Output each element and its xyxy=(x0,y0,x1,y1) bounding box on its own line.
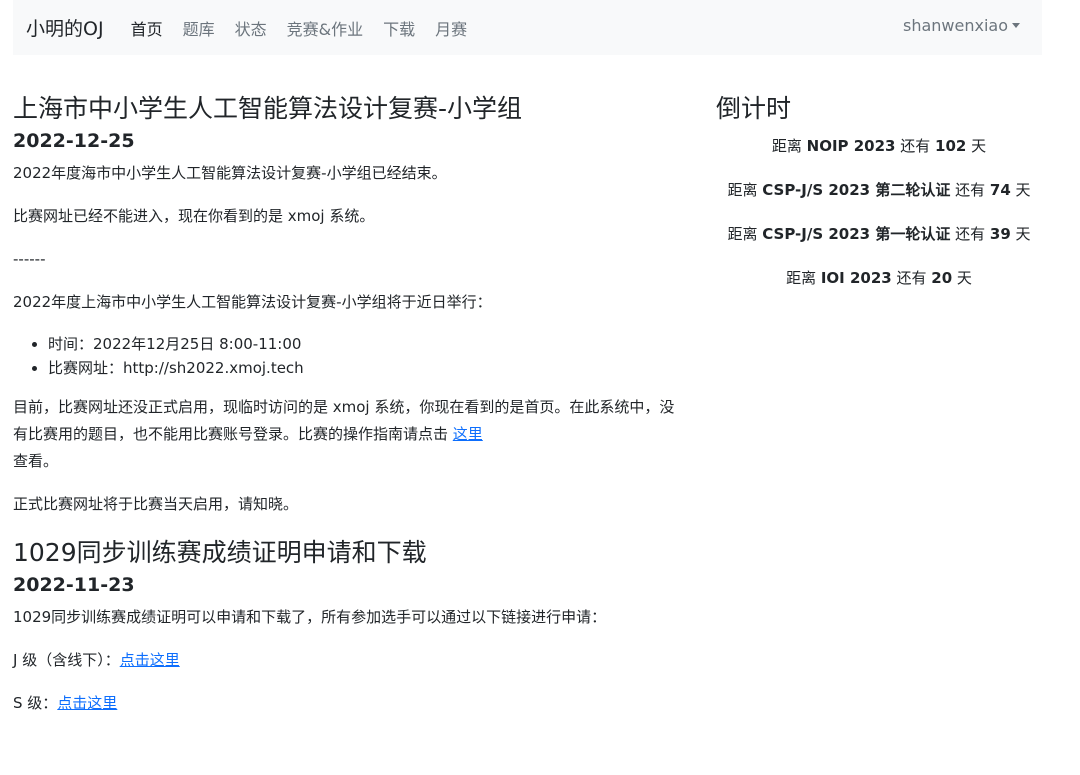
post-paragraph: 正式比赛网址将于比赛当天启用，请知晓。 xyxy=(13,495,299,513)
post-paragraph: J 级（含线下）：点击这里 xyxy=(13,647,681,674)
countdown-title: 倒计时 xyxy=(716,94,792,123)
countdown-event: IOI 2023 xyxy=(820,269,892,287)
j-level-link[interactable]: 点击这里 xyxy=(120,651,180,669)
news-post: 1029同步训练赛成绩证明申请和下载 2022-11-23 1029同步训练赛成… xyxy=(13,534,681,717)
countdown-middle: 还有 xyxy=(891,269,932,287)
countdown-prefix: 距离 xyxy=(786,269,821,287)
countdown-days: 39 xyxy=(989,225,1011,243)
post-paragraph: 目前，比赛网址还没正式启用，现临时访问的是 xmoj 系统，你现在看到的是首页。… xyxy=(13,394,681,475)
s-level-link[interactable]: 点击这里 xyxy=(57,694,117,712)
post-date: 2022-11-23 xyxy=(13,574,135,596)
post-text: J 级（含线下）： xyxy=(13,651,120,669)
nav-monthly[interactable]: 月赛 xyxy=(435,16,467,40)
nav-home[interactable]: 首页 xyxy=(131,16,163,40)
post-paragraph: 2022年度海市中小学生人工智能算法设计复赛-小学组已经结束。 xyxy=(13,164,447,182)
countdown-days: 74 xyxy=(989,181,1011,199)
countdown-item: 距离 CSP-J/S 2023 第二轮认证 还有 74 天 xyxy=(716,177,1042,203)
post-text: 查看。 xyxy=(13,452,59,470)
news-column: 上海市中小学生人工智能算法设计复赛-小学组 2022-12-25 2022年度海… xyxy=(13,90,681,733)
countdown-suffix: 天 xyxy=(952,269,972,287)
countdown-item: 距离 CSP-J/S 2023 第一轮认证 还有 39 天 xyxy=(716,221,1042,247)
list-item: 比赛网址：http://sh2022.xmoj.tech xyxy=(48,356,681,380)
countdown-middle: 还有 xyxy=(950,181,990,199)
news-post: 上海市中小学生人工智能算法设计复赛-小学组 2022-12-25 2022年度海… xyxy=(13,90,681,518)
countdown-prefix: 距离 xyxy=(771,137,807,155)
brand-link[interactable]: 小明的OJ xyxy=(26,14,104,41)
post-paragraph: 比赛网址已经不能进入，现在你看到的是 xmoj 系统。 xyxy=(13,207,375,225)
nav-download[interactable]: 下载 xyxy=(383,16,415,40)
countdown-item: 距离 IOI 2023 还有 20 天 xyxy=(716,265,1042,291)
chevron-down-icon xyxy=(1012,23,1020,28)
countdown-sidebar: 倒计时 距离 NOIP 2023 还有 102 天 距离 CSP-J/S 202… xyxy=(716,90,1042,309)
countdown-days: 102 xyxy=(935,137,967,155)
countdown-prefix: 距离 xyxy=(727,225,763,243)
countdown-suffix: 天 xyxy=(1010,225,1031,243)
countdown-suffix: 天 xyxy=(1010,181,1031,199)
countdown-event: NOIP 2023 xyxy=(806,137,896,155)
post-paragraph: 1029同步训练赛成绩证明可以申请和下载了，所有参加选手可以通过以下链接进行申请… xyxy=(13,608,607,626)
nav-contests[interactable]: 竞赛&作业 xyxy=(287,16,363,40)
nav-links: 首页 题库 状态 竞赛&作业 下载 月赛 xyxy=(131,16,488,40)
username: shanwenxiao xyxy=(903,16,1008,35)
countdown-event: CSP-J/S 2023 第一轮认证 xyxy=(762,225,951,243)
countdown-item: 距离 NOIP 2023 还有 102 天 xyxy=(716,133,1042,159)
countdown-event: CSP-J/S 2023 第二轮认证 xyxy=(762,181,951,199)
countdown-suffix: 天 xyxy=(966,137,987,155)
post-title: 上海市中小学生人工智能算法设计复赛-小学组 xyxy=(13,94,523,123)
countdown-middle: 还有 xyxy=(895,137,936,155)
guide-link[interactable]: 这里 xyxy=(453,425,483,443)
post-date: 2022-12-25 xyxy=(13,130,135,152)
top-navbar: 小明的OJ 首页 题库 状态 竞赛&作业 下载 月赛 shanwenxiao xyxy=(13,0,1042,55)
post-list: 时间：2022年12月25日 8:00-11:00 比赛网址：http://sh… xyxy=(13,332,681,380)
nav-status[interactable]: 状态 xyxy=(235,16,267,40)
post-text: S 级： xyxy=(13,694,58,712)
post-paragraph: 2022年度上海市中小学生人工智能算法设计复赛-小学组将于近日举行： xyxy=(13,293,492,311)
list-item: 时间：2022年12月25日 8:00-11:00 xyxy=(48,332,681,356)
post-paragraph: S 级：点击这里 xyxy=(13,690,681,717)
user-dropdown[interactable]: shanwenxiao xyxy=(903,16,1020,35)
post-separator: ------ xyxy=(13,250,46,268)
countdown-middle: 还有 xyxy=(950,225,990,243)
nav-problems[interactable]: 题库 xyxy=(183,16,215,40)
countdown-days: 20 xyxy=(931,269,953,287)
countdown-prefix: 距离 xyxy=(727,181,763,199)
post-text: 目前，比赛网址还没正式启用，现临时访问的是 xmoj 系统，你现在看到的是首页。… xyxy=(13,398,675,443)
post-title: 1029同步训练赛成绩证明申请和下载 xyxy=(13,538,427,567)
